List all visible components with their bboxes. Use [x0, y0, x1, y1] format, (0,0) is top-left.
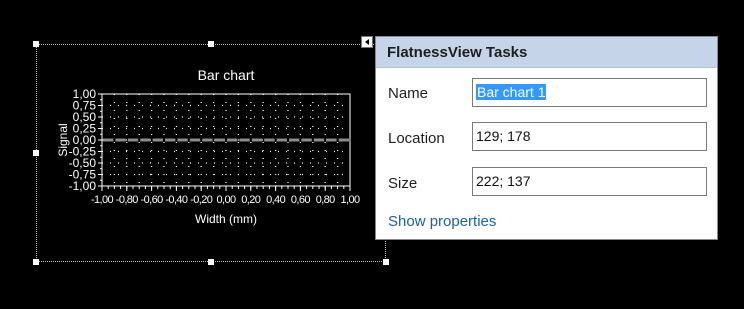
collapse-arrow-icon: [365, 39, 369, 45]
chart-bar: [301, 138, 312, 142]
chart-title: Bar chart: [198, 67, 255, 83]
size-label: Size: [388, 175, 418, 192]
chart-bar: [127, 138, 139, 142]
chart-bar: [264, 138, 275, 142]
x-tick-label: -0,80: [116, 194, 139, 206]
tasks-panel: FlatnessView Tasks Name Bar chart 1 Loca…: [375, 36, 718, 240]
tasks-panel-header: FlatnessView Tasks: [376, 37, 717, 68]
chart-bar: [251, 138, 263, 142]
chart-bar: [115, 138, 126, 142]
chart-bar: [165, 138, 176, 142]
chart-bar: [239, 138, 250, 142]
chart-bar: [103, 138, 114, 142]
show-properties-link[interactable]: Show properties: [388, 213, 496, 230]
plot-area-border: [101, 93, 351, 187]
chart-bar: [276, 138, 287, 142]
chart-bar: [152, 138, 163, 142]
x-tick-label: 0,20: [241, 194, 260, 206]
chart-bar: [202, 138, 213, 142]
x-tick-label: -1,00: [91, 194, 114, 206]
x-tick-label: 0,60: [291, 194, 310, 206]
x-tick-label: 0,00: [216, 194, 235, 206]
bar-chart: Bar chart1,000,750,500,250,00-0,25-0,50-…: [56, 67, 361, 226]
location-field[interactable]: 129; 178: [472, 122, 707, 151]
name-field-value: Bar chart 1: [476, 84, 547, 100]
location-field-value: 129; 178: [476, 128, 531, 144]
y-tick-label: -1,00: [69, 179, 97, 193]
x-tick-label: 0,40: [266, 194, 285, 206]
chart-bar: [189, 138, 201, 142]
chart-bar: [326, 138, 337, 142]
x-tick-label: 1,00: [340, 194, 359, 206]
chart-bar: [338, 138, 349, 142]
x-tick-label: -0,40: [165, 194, 188, 206]
name-field[interactable]: Bar chart 1: [472, 78, 707, 107]
chart-bar: [177, 138, 188, 142]
name-label: Name: [388, 85, 429, 102]
x-tick-label: -0,20: [190, 194, 213, 206]
smart-tag-button[interactable]: [361, 36, 373, 48]
bar-chart-control[interactable]: Bar chart 1,00 0,75 0,50 0,25 0,00 -0,25 -0,50-…: [36, 44, 386, 262]
chart-bar: [214, 138, 225, 142]
location-label: Location: [388, 130, 445, 147]
chart-bar: [313, 138, 325, 142]
chart-bar: [140, 138, 151, 142]
tasks-panel-title: FlatnessView Tasks: [387, 44, 528, 61]
x-tick-label: -0,60: [141, 194, 164, 206]
size-field-value: 222; 137: [476, 173, 531, 189]
x-axis-title: Width (mm): [195, 212, 257, 226]
x-tick-label: 0,80: [316, 194, 335, 206]
y-axis-title: Signal: [56, 123, 70, 156]
chart-bar: [227, 138, 238, 142]
chart-bar: [289, 138, 300, 142]
size-field[interactable]: 222; 137: [472, 167, 707, 196]
